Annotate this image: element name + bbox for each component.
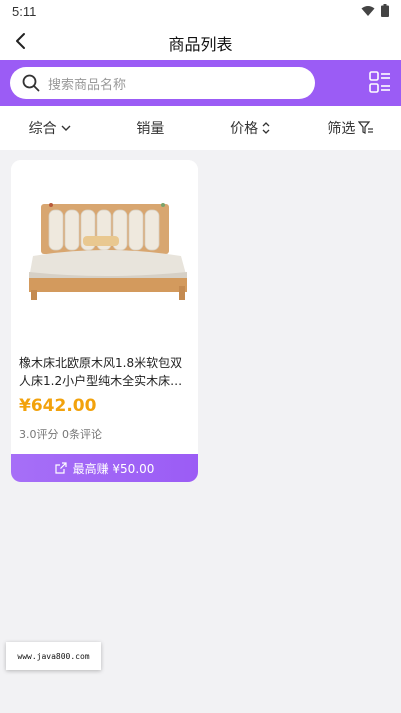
filter-price[interactable]: 价格 — [201, 118, 301, 138]
page-title: 商品列表 — [168, 35, 233, 54]
product-card[interactable]: 橡木床北欧原木风1.8米软包双人床1.2小户型纯木全实木床现代简约 ¥642.0… — [11, 160, 198, 482]
product-rating: 3.0评分 0条评论 — [19, 428, 102, 441]
filter-sales[interactable]: 销量 — [100, 118, 200, 138]
battery-icon — [381, 4, 389, 17]
share-icon — [54, 462, 67, 474]
search-icon — [22, 74, 40, 92]
earn-label: 最高赚 ¥50.00 — [72, 461, 155, 476]
product-image — [11, 160, 198, 345]
sort-updown-icon — [262, 122, 270, 134]
search-band: 搜索商品名称 — [0, 60, 401, 106]
nav-bar: 商品列表 — [0, 22, 401, 60]
search-placeholder: 搜索商品名称 — [48, 77, 127, 93]
filter-label: 综合 — [28, 121, 57, 137]
filter-label: 筛选 — [327, 121, 356, 137]
chevron-down-icon — [61, 125, 71, 131]
layout-toggle-icon[interactable] — [369, 71, 391, 93]
filter-screen[interactable]: 筛选 — [301, 118, 401, 138]
status-bar: 5:11 — [0, 0, 401, 22]
filter-bar: 综合 销量 价格 筛选 — [0, 106, 401, 150]
search-input[interactable]: 搜索商品名称 — [10, 67, 315, 99]
filter-comprehensive[interactable]: 综合 — [0, 118, 100, 138]
earn-button[interactable]: 最高赚 ¥50.00 — [11, 454, 198, 482]
watermark: www.java800.com — [6, 642, 101, 670]
filter-label: 销量 — [136, 121, 165, 137]
product-title: 橡木床北欧原木风1.8米软包双人床1.2小户型纯木全实木床现代简约 — [19, 356, 183, 388]
status-icons — [361, 4, 389, 17]
product-price: ¥642.00 — [19, 396, 97, 416]
wifi-icon — [361, 5, 375, 16]
filter-label: 价格 — [230, 121, 259, 137]
status-time: 5:11 — [12, 4, 37, 19]
filter-icon — [358, 121, 374, 134]
